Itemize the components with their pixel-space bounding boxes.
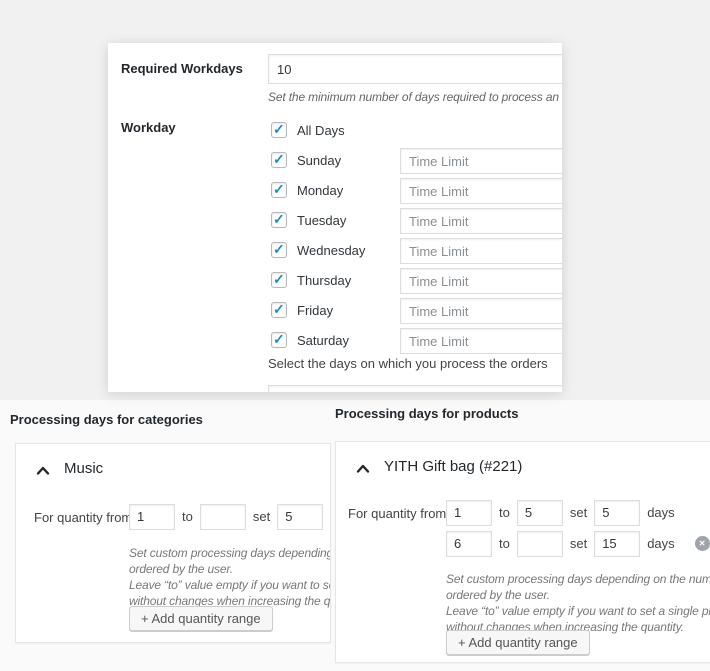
- sunday-time-limit-input[interactable]: [400, 148, 562, 174]
- quantity-to-input[interactable]: [517, 531, 563, 557]
- required-workdays-description: Set the minimum number of days required …: [268, 90, 562, 104]
- set-label: set: [570, 536, 587, 551]
- thursday-time-limit-input[interactable]: [400, 268, 562, 294]
- categories-section-heading: Processing days for categories: [10, 412, 203, 427]
- quantity-to-input[interactable]: [200, 504, 246, 530]
- to-label: to: [499, 505, 510, 520]
- day-row-monday: Monday: [268, 176, 562, 204]
- monday-checkbox[interactable]: [271, 182, 287, 198]
- tuesday-label: Tuesday: [297, 213, 346, 228]
- description-line: ordered by the user.: [129, 561, 331, 577]
- sunday-label: Sunday: [297, 153, 341, 168]
- description-line: Set custom processing days depending on …: [129, 545, 331, 561]
- wednesday-checkbox[interactable]: [271, 242, 287, 258]
- description-line: Set custom processing days depending on …: [446, 571, 710, 587]
- saturday-time-limit-input[interactable]: [400, 328, 562, 354]
- workday-settings-card: Required Workdays Set the minimum number…: [108, 43, 562, 392]
- quantity-from-input[interactable]: [129, 504, 175, 530]
- product-panel-title: YITH Gift bag (#221): [384, 458, 522, 475]
- day-row-tuesday: Tuesday: [268, 206, 562, 234]
- quantity-from-input[interactable]: [446, 500, 492, 526]
- partial-next-input[interactable]: [268, 385, 562, 392]
- quantity-from-label: For quantity from: [348, 506, 446, 521]
- add-quantity-range-button[interactable]: + Add quantity range: [446, 630, 590, 655]
- days-label: days: [647, 536, 674, 551]
- quantity-description: Set custom processing days depending on …: [446, 571, 710, 635]
- thursday-label: Thursday: [297, 273, 351, 288]
- tuesday-time-limit-input[interactable]: [400, 208, 562, 234]
- friday-checkbox[interactable]: [271, 302, 287, 318]
- wednesday-label: Wednesday: [297, 243, 365, 258]
- quantity-days-input[interactable]: [594, 500, 640, 526]
- quantity-days-input[interactable]: [277, 504, 323, 530]
- quantity-range-row: to set days: [446, 499, 710, 526]
- required-workdays-label: Required Workdays: [121, 61, 243, 76]
- category-panel-title: Music: [64, 460, 103, 477]
- to-label: to: [182, 509, 193, 524]
- days-label: days: [647, 505, 674, 520]
- saturday-label: Saturday: [297, 333, 349, 348]
- wednesday-time-limit-input[interactable]: [400, 238, 562, 264]
- day-row-sunday: Sunday: [268, 146, 562, 174]
- all-days-checkbox[interactable]: [271, 122, 287, 138]
- friday-time-limit-input[interactable]: [400, 298, 562, 324]
- saturday-checkbox[interactable]: [271, 332, 287, 348]
- quantity-rows: to set days: [129, 503, 331, 534]
- tuesday-checkbox[interactable]: [271, 212, 287, 228]
- workday-description: Select the days on which you process the…: [268, 356, 548, 371]
- description-line: Leave “to” value empty if you want to se…: [129, 577, 331, 593]
- days-label: days: [330, 509, 331, 524]
- quantity-range-row: to set days ✕: [446, 530, 710, 557]
- add-quantity-range-button[interactable]: + Add quantity range: [129, 606, 273, 631]
- quantity-rows: to set days to set days ✕: [446, 499, 710, 561]
- delete-row-icon[interactable]: ✕: [695, 536, 710, 551]
- category-panel-music: Music For quantity from to set days Set …: [15, 443, 331, 643]
- day-row-thursday: Thursday: [268, 266, 562, 294]
- description-line: Leave “to” value empty if you want to se…: [446, 603, 710, 619]
- day-row-wednesday: Wednesday: [268, 236, 562, 264]
- day-row-saturday: Saturday: [268, 326, 562, 354]
- quantity-from-input[interactable]: [446, 531, 492, 557]
- thursday-checkbox[interactable]: [271, 272, 287, 288]
- monday-time-limit-input[interactable]: [400, 178, 562, 204]
- quantity-description: Set custom processing days depending on …: [129, 545, 331, 609]
- workday-label: Workday: [121, 120, 176, 135]
- friday-label: Friday: [297, 303, 333, 318]
- set-label: set: [253, 509, 270, 524]
- set-label: set: [570, 505, 587, 520]
- quantity-days-input[interactable]: [594, 531, 640, 557]
- required-workdays-input[interactable]: [268, 54, 562, 84]
- quantity-range-row: to set days: [129, 503, 331, 530]
- quantity-to-input[interactable]: [517, 500, 563, 526]
- product-panel-yith-gift-bag: YITH Gift bag (#221) For quantity from t…: [335, 441, 710, 663]
- description-line: ordered by the user.: [446, 587, 710, 603]
- to-label: to: [499, 536, 510, 551]
- collapse-icon[interactable]: [356, 462, 370, 474]
- quantity-from-label: For quantity from: [34, 510, 132, 525]
- collapse-icon[interactable]: [36, 464, 50, 476]
- monday-label: Monday: [297, 183, 343, 198]
- day-row-friday: Friday: [268, 296, 562, 324]
- all-days-label: All Days: [297, 123, 345, 138]
- products-section-heading: Processing days for products: [335, 406, 519, 421]
- sunday-checkbox[interactable]: [271, 152, 287, 168]
